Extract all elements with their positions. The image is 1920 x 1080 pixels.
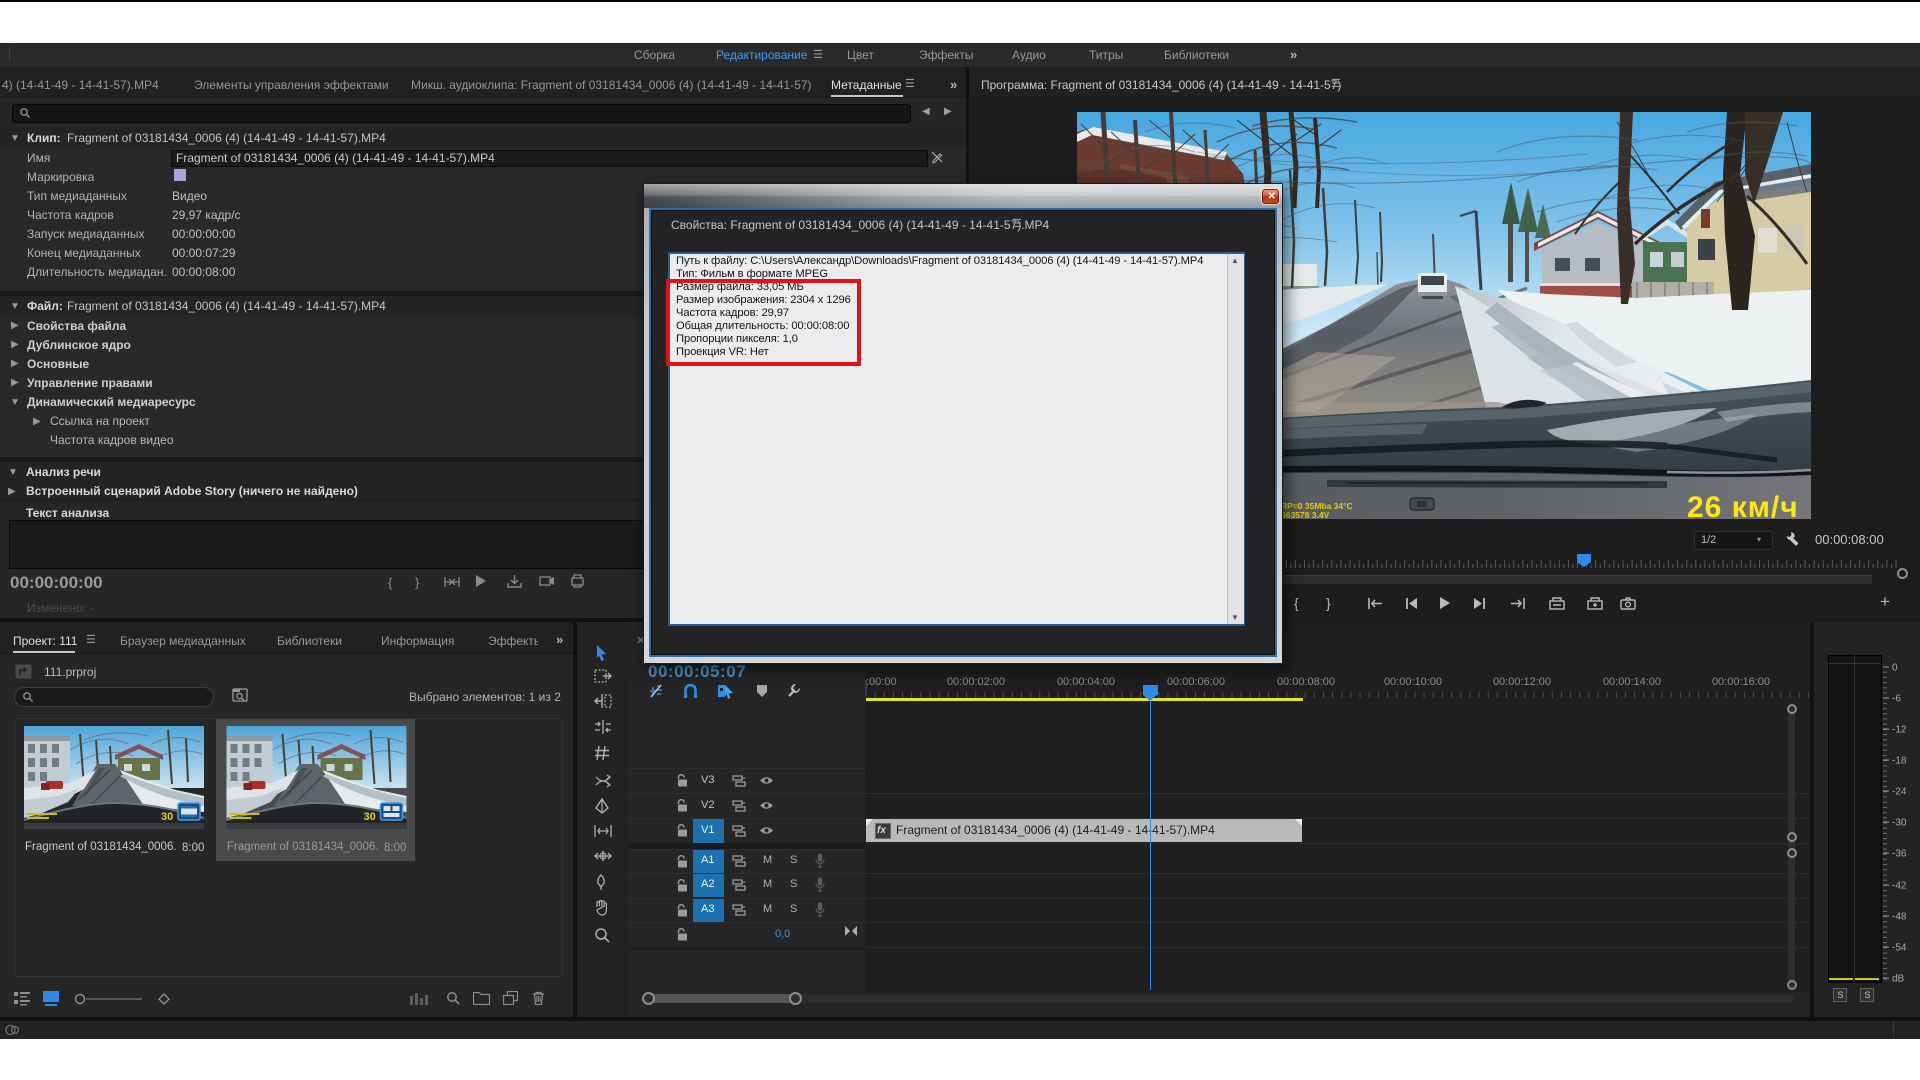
svg-text:-18: -18 <box>1892 756 1907 767</box>
svg-text:-30: -30 <box>1892 818 1907 829</box>
svg-text:26 км/ч: 26 км/ч <box>1687 491 1799 519</box>
svg-text:-6: -6 <box>1892 694 1901 705</box>
svg-text:-12: -12 <box>1892 725 1907 736</box>
svg-text:00:00:12:00: 00:00:12:00 <box>1493 676 1551 688</box>
svg-text:00:00:16:00: 00:00:16:00 <box>1712 676 1770 688</box>
svg-text:-48: -48 <box>1892 912 1907 923</box>
svg-text:00:00:10:00: 00:00:10:00 <box>1384 676 1442 688</box>
svg-text:dB: dB <box>1892 974 1905 985</box>
svg-text:00:00:02:00: 00:00:02:00 <box>947 676 1005 688</box>
svg-text:-42: -42 <box>1892 881 1907 892</box>
svg-text:00:00:14:00: 00:00:14:00 <box>1603 676 1661 688</box>
svg-text:00:00:06:00: 00:00:06:00 <box>1167 676 1225 688</box>
svg-text::00:00: :00:00 <box>866 676 897 688</box>
svg-text:-54: -54 <box>1892 943 1907 954</box>
svg-text:00:00:08:00: 00:00:08:00 <box>1277 676 1335 688</box>
svg-text:30: 30 <box>161 811 173 823</box>
svg-text:00:00:04:00: 00:00:04:00 <box>1057 676 1115 688</box>
svg-text:-24: -24 <box>1892 787 1907 798</box>
svg-text:30: 30 <box>364 811 376 823</box>
svg-text:663578 3.4V: 663578 3.4V <box>1281 510 1330 519</box>
svg-text:-36: -36 <box>1892 849 1907 860</box>
svg-text:0: 0 <box>1892 663 1898 674</box>
